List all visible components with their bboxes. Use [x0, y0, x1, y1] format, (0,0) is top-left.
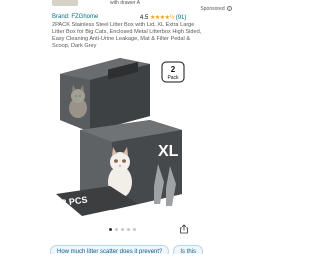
rating[interactable]: 4.5 ★★★★½ (91) — [140, 14, 186, 21]
badge-number: 2 — [171, 65, 176, 74]
question-chip[interactable]: How much litter scatter does it prevent? — [50, 245, 170, 254]
sponsored-label[interactable]: Sponsored i — [200, 6, 232, 12]
carousel-dot[interactable] — [115, 228, 118, 231]
info-icon[interactable]: i — [227, 6, 232, 11]
previous-product-thumbnail[interactable] — [52, 0, 78, 6]
carousel-dots — [109, 228, 136, 231]
brand-link[interactable]: Brand: FZGhome — [52, 14, 98, 20]
previous-product-text: with drawer A — [110, 0, 141, 6]
badge-pack-text: Pack — [167, 75, 179, 81]
carousel-dot[interactable] — [121, 228, 124, 231]
star-rating-icon: ★★★★½ — [150, 15, 175, 21]
brand-rating-row: Brand: FZGhome 4.5 ★★★★½ (91) — [52, 14, 202, 22]
carousel-dot[interactable] — [109, 228, 112, 231]
rating-value: 4.5 — [140, 15, 149, 21]
rating-count[interactable]: (91) — [176, 15, 187, 21]
sponsored-text: Sponsored — [200, 6, 225, 12]
xl-label: XL — [158, 143, 179, 160]
product-title[interactable]: 2PACK Stainless Steel Litter Box with Li… — [52, 22, 202, 50]
question-chips: How much litter scatter does it prevent?… — [50, 240, 250, 254]
carousel-dot[interactable] — [127, 228, 130, 231]
two-pack-badge: 2 Pack — [161, 61, 185, 83]
product-image[interactable]: 2 Pack XL 2 PCS — [50, 54, 200, 219]
question-chip[interactable]: Is this — [173, 245, 204, 254]
upper-litter-box — [60, 58, 150, 132]
share-icon[interactable] — [179, 224, 189, 234]
carousel-dot[interactable] — [133, 228, 136, 231]
